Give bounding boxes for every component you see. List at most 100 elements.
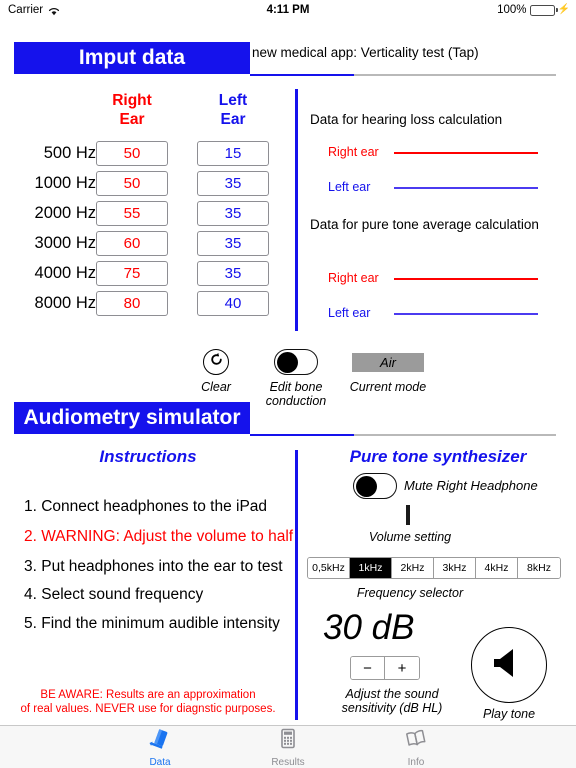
frequency-option-0.5khz[interactable]: 0,5kHz	[308, 558, 350, 578]
status-bar: Carrier 4:11 PM 100% ⚡	[0, 0, 576, 20]
speaker-icon	[489, 643, 529, 688]
app-root: Carrier 4:11 PM 100% ⚡ Imput data new me…	[0, 0, 576, 768]
frequency-option-1khz[interactable]: 1kHz	[350, 558, 392, 578]
db-decrement-button[interactable]: −	[351, 657, 385, 679]
instruction-item-4: 4. Select sound frequency	[24, 586, 204, 603]
db-caption: Adjust the sound sensitivity (dB HL)	[322, 687, 462, 715]
frequency-label: 2000 Hz	[34, 204, 96, 222]
input-data-header: Imput data new medical app: Verticality …	[0, 42, 576, 76]
input-left-3000[interactable]: 35	[197, 231, 269, 256]
input-right-3000[interactable]: 60	[96, 231, 168, 256]
column-header-right-ear: Right Ear	[96, 91, 168, 129]
battery-percent-label: 100%	[497, 4, 527, 16]
input-left-1000[interactable]: 35	[197, 171, 269, 196]
right-ear-line2: Ear	[119, 111, 145, 128]
notebook-icon	[148, 727, 172, 756]
simulator-title: Audiometry simulator	[14, 402, 250, 434]
bone-caption-line1: Edit bone	[269, 380, 323, 394]
frequency-label: 4000 Hz	[34, 264, 96, 282]
instruction-item-3: 3. Put headphones into the ear to test	[24, 558, 283, 575]
clear-caption: Clear	[201, 380, 231, 394]
left-ear-line1: Left	[218, 92, 248, 109]
disclaimer-text: BE AWARE: Results are an approximation o…	[0, 688, 296, 716]
frequency-selector[interactable]: 0,5kHz 1kHz 2kHz 3kHz 4kHz 8kHz	[307, 557, 561, 579]
header-rule-gray	[354, 74, 556, 76]
tab-results-label: Results	[271, 756, 305, 768]
simulator-rule-gray	[354, 434, 556, 436]
input-right-4000[interactable]: 75	[96, 261, 168, 286]
hearing-loss-right-value-line	[394, 152, 538, 154]
play-tone-button[interactable]	[471, 627, 547, 703]
input-left-2000[interactable]: 35	[197, 201, 269, 226]
current-mode-value[interactable]: Air	[352, 353, 424, 372]
current-mode-caption: Current mode	[349, 380, 427, 394]
input-data-title: Imput data	[14, 42, 250, 74]
right-ear-line1: Right	[112, 92, 152, 109]
volume-slider[interactable]	[406, 505, 410, 525]
input-right-500[interactable]: 50	[96, 141, 168, 166]
hearing-loss-left-value-line	[394, 187, 538, 189]
play-tone-caption: Play tone	[482, 707, 536, 721]
frequency-label: 8000 Hz	[34, 294, 96, 312]
column-header-left-ear: Left Ear	[197, 91, 269, 129]
db-caption-line2: sensitivity (dB HL)	[341, 701, 443, 715]
open-book-icon	[404, 727, 428, 756]
input-left-500[interactable]: 15	[197, 141, 269, 166]
pta-left-label: Left ear	[328, 306, 371, 320]
db-value-display: 30 dB	[323, 608, 415, 647]
disclaimer-line2: of real values. NEVER use for diagnstic …	[20, 703, 276, 715]
input-left-8000[interactable]: 40	[197, 291, 269, 316]
frequency-label: 3000 Hz	[34, 234, 96, 252]
pta-title: Data for pure tone average calculation	[310, 217, 539, 232]
toggle-knob	[276, 351, 298, 373]
mute-right-headphone-toggle[interactable]	[353, 473, 397, 499]
input-right-1000[interactable]: 50	[96, 171, 168, 196]
instruction-item-5: 5. Find the minimum audible intensity	[24, 615, 280, 632]
battery-full-charging-icon: ⚡	[529, 4, 570, 16]
pta-right-value-line	[394, 278, 538, 280]
toggle-knob	[355, 475, 377, 497]
pta-left-value-line	[394, 313, 538, 315]
status-bar-right: 100% ⚡	[497, 4, 570, 16]
hearing-loss-title: Data for hearing loss calculation	[310, 112, 503, 127]
disclaimer-line1: BE AWARE: Results are an approximation	[40, 689, 256, 701]
frequency-label: 500 Hz	[43, 144, 96, 162]
tab-data[interactable]: Data	[122, 727, 198, 768]
mute-right-headphone-label: Mute Right Headphone	[404, 478, 538, 493]
synthesizer-title: Pure tone synthesizer	[349, 447, 527, 466]
input-right-2000[interactable]: 55	[96, 201, 168, 226]
calculator-icon	[276, 727, 300, 756]
input-right-8000[interactable]: 80	[96, 291, 168, 316]
left-ear-line2: Ear	[220, 111, 246, 128]
tab-data-label: Data	[149, 756, 171, 768]
edit-bone-conduction-toggle[interactable]	[274, 349, 318, 375]
hearing-loss-right-label: Right ear	[328, 145, 379, 159]
db-stepper[interactable]: − +	[350, 656, 420, 680]
volume-caption: Volume setting	[368, 530, 452, 544]
db-increment-button[interactable]: +	[385, 657, 419, 679]
clock-label: 4:11 PM	[266, 4, 310, 16]
tab-results[interactable]: Results	[250, 727, 326, 768]
frequency-option-4khz[interactable]: 4kHz	[476, 558, 518, 578]
frequency-option-3khz[interactable]: 3kHz	[434, 558, 476, 578]
simulator-header: Audiometry simulator	[0, 402, 576, 436]
upper-panel-divider	[295, 89, 298, 331]
instruction-item-2: 2. WARNING: Adjust the volume to half	[24, 528, 294, 545]
app-note-label: new medical app: Verticality test (Tap)	[252, 45, 479, 60]
input-left-4000[interactable]: 35	[197, 261, 269, 286]
frequency-option-2khz[interactable]: 2kHz	[392, 558, 434, 578]
instructions-title: Instructions	[99, 447, 197, 466]
frequency-option-8khz[interactable]: 8kHz	[518, 558, 560, 578]
header-rule-blue	[250, 73, 354, 76]
tab-info-label: Info	[407, 756, 425, 768]
frequency-caption: Frequency selector	[356, 586, 464, 600]
tab-bar: Data Results Info	[0, 725, 576, 768]
simulator-rule-blue	[250, 433, 354, 436]
db-caption-line1: Adjust the sound	[345, 687, 439, 701]
clear-button[interactable]	[203, 349, 229, 375]
hearing-loss-left-label: Left ear	[328, 180, 371, 194]
lower-panel-divider	[295, 450, 298, 720]
tab-info[interactable]: Info	[378, 727, 454, 768]
instruction-item-1: 1. Connect headphones to the iPad	[24, 498, 268, 515]
reset-circle-arrow-icon	[209, 352, 224, 372]
